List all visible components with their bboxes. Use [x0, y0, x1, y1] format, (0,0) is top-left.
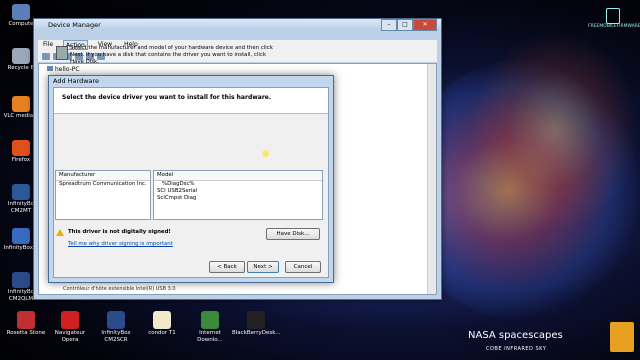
unsigned-driver-warning: This driver is not digitally signed!: [68, 229, 171, 235]
dialog-header: Select the device driver you want to ins…: [54, 88, 328, 114]
channel-logo-icon: [610, 322, 634, 352]
minimize-button[interactable]: –: [381, 19, 397, 31]
instructions-text: Select the manufacturer and model of you…: [70, 45, 273, 65]
device-manager-titlebar[interactable]: Device Manager: [34, 19, 441, 31]
tree-root-label: hello-PC: [55, 66, 80, 73]
desktop-shortcut-3[interactable]: condor T1: [138, 311, 186, 337]
wallpaper-title: NASA spacescapes: [468, 330, 563, 341]
desktop-shortcut-label: InfinityBox CM2SCR: [101, 330, 131, 343]
desktop-shortcut-0[interactable]: Rosetta Stone: [2, 311, 50, 337]
menu-file[interactable]: File: [41, 40, 55, 50]
cancel-button[interactable]: Cancel: [285, 261, 321, 273]
vertical-scrollbar[interactable]: [427, 64, 436, 294]
app-icon: [107, 311, 125, 329]
desktop-shortcut-2[interactable]: InfinityBox CM2SCR: [92, 311, 140, 344]
warning-icon: [56, 229, 64, 236]
add-hardware-titlebar[interactable]: Add Hardware: [49, 76, 333, 87]
manufacturer-header: Manufacturer: [56, 171, 150, 181]
wallpaper-galaxy-core: [470, 30, 640, 230]
app-icon: [12, 140, 30, 156]
back-button[interactable]: < Back: [209, 261, 245, 273]
close-button[interactable]: ✕: [413, 19, 437, 31]
maximize-button[interactable]: □: [397, 19, 413, 31]
model-item[interactable]: %DiagDsc%: [154, 181, 322, 188]
dialog-title: Add Hardware: [53, 77, 100, 85]
desktop-shortcut-label: Internet Downlo...: [197, 330, 223, 343]
desktop-shortcut-5[interactable]: BlackBerryDesk...: [232, 311, 281, 337]
manufacturer-item[interactable]: Spreadtrum Communication Inc.: [56, 181, 150, 188]
model-item[interactable]: SCI USB2Serial: [154, 188, 322, 195]
desktop-shortcut-label: Rosetta Stone: [6, 330, 46, 336]
app-icon: [12, 272, 30, 288]
tree-item-label: Contrôleur d'hôte extensible Intel(R) US…: [63, 286, 176, 292]
desktop-shortcut-label: Navigateur Opera: [54, 330, 86, 343]
next-button[interactable]: Next >: [247, 261, 279, 273]
app-icon: [12, 184, 30, 200]
hardware-disk-icon: [56, 46, 68, 60]
wallpaper-subtitle: COBE INFRARED SKY: [486, 346, 547, 352]
app-icon: [12, 228, 30, 244]
dialog-header-text: Select the device driver you want to ins…: [62, 94, 272, 101]
desktop-shortcut-label: BlackBerryDesk...: [232, 330, 281, 336]
model-list[interactable]: Model %DiagDsc% SCI USB2Serial SciCmpst …: [153, 170, 323, 220]
app-icon: [247, 311, 265, 329]
tree-item-usb-controller[interactable]: Contrôleur d'hôte extensible Intel(R) US…: [63, 286, 176, 292]
tree-root-computer[interactable]: hello-PC: [47, 66, 80, 73]
model-header: Model: [154, 171, 322, 181]
back-arrow-icon[interactable]: [42, 52, 50, 60]
app-icon: [12, 4, 30, 20]
computer-icon: [47, 66, 53, 71]
app-icon: [153, 311, 171, 329]
mouse-cursor-highlight: [262, 150, 269, 157]
have-disk-button[interactable]: Have Disk...: [266, 228, 320, 240]
window-title: Device Manager: [48, 21, 101, 29]
driver-signing-link[interactable]: Tell me why driver signing is important: [68, 241, 173, 247]
app-icon: [201, 311, 219, 329]
window-controls: – □ ✕: [381, 19, 437, 31]
app-icon: [12, 96, 30, 112]
manufacturer-list[interactable]: Manufacturer Spreadtrum Communication In…: [55, 170, 151, 220]
desktop-shortcut-1[interactable]: Navigateur Opera: [46, 311, 94, 344]
brand-logo-text: FREEMOBILEFIRMWARE: [588, 24, 640, 29]
app-icon: [12, 48, 30, 64]
app-icon: [61, 311, 79, 329]
desktop-shortcut-label: condor T1: [148, 330, 176, 336]
model-item[interactable]: SciCmpst Diag: [154, 195, 322, 202]
app-icon: [17, 311, 35, 329]
desktop-shortcut-4[interactable]: Internet Downlo...: [186, 311, 234, 344]
brand-logo: FREEMOBILEFIRMWARE: [588, 8, 640, 29]
